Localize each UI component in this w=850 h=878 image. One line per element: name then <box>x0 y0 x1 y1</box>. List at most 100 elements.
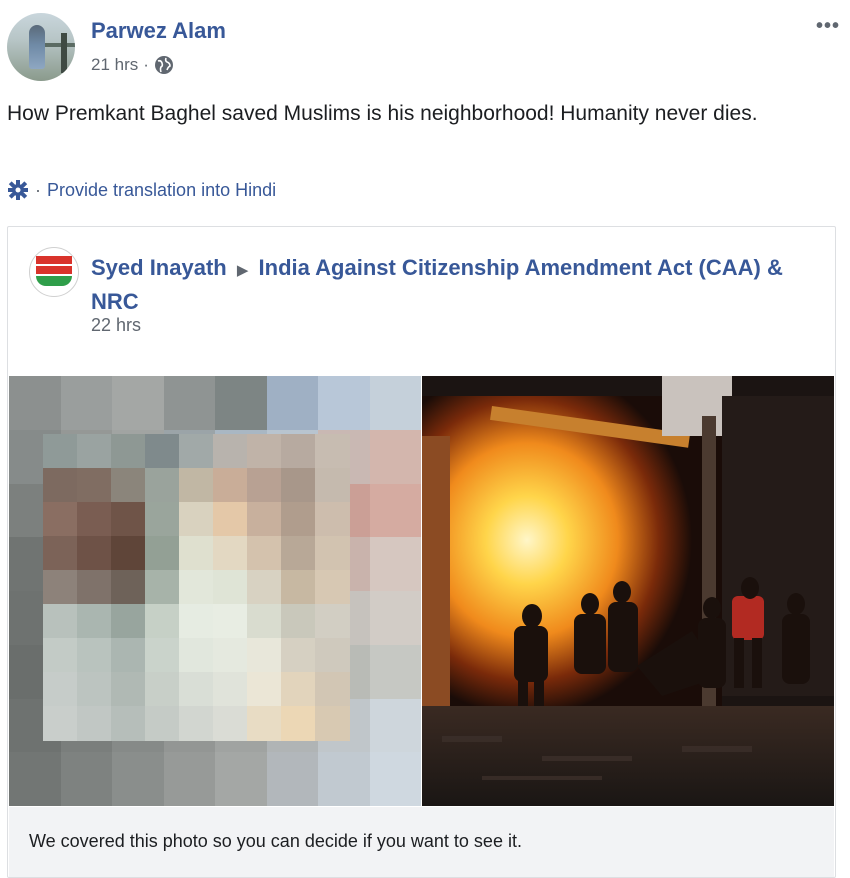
photo-pixel-face <box>247 502 282 537</box>
photo-pixel-face <box>281 638 316 673</box>
photo-pixel-face <box>247 570 282 605</box>
photo-pixel-face <box>213 638 248 673</box>
photo-pixel-bg <box>318 752 371 806</box>
author-name[interactable]: Parwez Alam <box>91 18 226 44</box>
photo-pixel-face <box>43 468 78 503</box>
photo-pixel-face <box>315 672 350 707</box>
photo-left-pixelated[interactable] <box>9 376 421 806</box>
photo-pixel-bg <box>369 483 421 539</box>
photo-pixel-bg <box>318 376 371 431</box>
photo-pixel-face <box>315 638 350 673</box>
avatar-rail <box>45 43 75 47</box>
photo-pixel-face <box>213 570 248 605</box>
photo-pixel-face <box>213 706 248 741</box>
photo-right-fire[interactable] <box>422 376 834 806</box>
photo-pixel-face <box>43 706 78 741</box>
post-timestamp[interactable]: 21 hrs <box>91 55 138 75</box>
shared-post-timestamp[interactable]: 22 hrs <box>91 315 141 336</box>
photo-pixel-face <box>281 604 316 639</box>
photo-pixel-face <box>111 536 146 571</box>
photo-pixel-face <box>247 468 282 503</box>
photo-pixel-face <box>145 604 180 639</box>
photo-pixel-face <box>77 434 112 469</box>
photo-pixel-face <box>281 570 316 605</box>
post-text: How Premkant Baghel saved Muslims is his… <box>7 102 758 125</box>
share-arrow-icon: ▶ <box>236 262 249 279</box>
photo-pixel-face <box>281 672 316 707</box>
photo-pixel-face <box>145 434 180 469</box>
photo-pixel-face <box>43 434 78 469</box>
avatar-band-mid <box>36 266 72 274</box>
photo-pixel-face <box>315 706 350 741</box>
translation-row: · Provide translation into Hindi <box>7 179 276 201</box>
photo-pixel-face <box>213 468 248 503</box>
photo-pixel-face <box>77 502 112 537</box>
avatar-post <box>61 33 67 73</box>
photo-pixel-bg <box>369 429 421 485</box>
shared-author-name[interactable]: Syed Inayath <box>91 255 227 280</box>
photo-pixel-face <box>179 706 214 741</box>
photo-pixel-bg <box>9 752 62 806</box>
photo-pixel-face <box>315 604 350 639</box>
photo-pixel-bg <box>369 376 421 431</box>
photo-pixel-face <box>77 706 112 741</box>
photo-pixel-face <box>145 502 180 537</box>
gear-icon <box>8 180 28 200</box>
facebook-post: Parwez Alam 21 hrs · ••• How Premkant Ba… <box>0 0 850 878</box>
photo-pixel-face <box>111 604 146 639</box>
photo-pixel-face <box>281 536 316 571</box>
post-meta: 21 hrs · <box>91 55 174 75</box>
photo-pixel-face <box>281 706 316 741</box>
photo-pixel-face <box>281 468 316 503</box>
photo-pixel-face <box>43 604 78 639</box>
photo-pixel-face <box>213 604 248 639</box>
photo-pixel-face <box>77 604 112 639</box>
photo-pixel-face <box>43 672 78 707</box>
shared-post-title: Syed Inayath ▶ India Against Citizenship… <box>91 252 791 317</box>
more-options-icon[interactable]: ••• <box>816 15 840 38</box>
translate-link[interactable]: Provide translation into Hindi <box>47 180 276 201</box>
photo-pixel-face <box>111 468 146 503</box>
photo-pixel-face <box>179 638 214 673</box>
avatar-figure <box>29 25 45 69</box>
photo-pixel-bg <box>266 752 319 806</box>
photo-pixel-face <box>179 672 214 707</box>
photo-pixel-face <box>145 536 180 571</box>
photo-pixel-face <box>247 536 282 571</box>
photo-pixel-face <box>179 536 214 571</box>
photo-pixel-face <box>43 570 78 605</box>
photo-pixel-face <box>111 434 146 469</box>
photo-pixel-face <box>77 672 112 707</box>
photo-pixel-face <box>179 468 214 503</box>
shared-post-card: Syed Inayath ▶ India Against Citizenship… <box>7 226 836 878</box>
photo-pixel-face <box>247 638 282 673</box>
photo-pixel-face <box>315 502 350 537</box>
photo-pixel-face <box>111 502 146 537</box>
photo-pixel-face <box>213 672 248 707</box>
photo-pixel-face <box>247 434 282 469</box>
photo-pixel-bg <box>60 752 113 806</box>
photo-pixel-face <box>315 468 350 503</box>
photo-pixel-face <box>43 638 78 673</box>
photo-pixel-face <box>77 638 112 673</box>
photo-pixel-face <box>247 604 282 639</box>
globe-icon[interactable] <box>154 55 174 75</box>
translate-separator: · <box>35 179 41 200</box>
author-avatar[interactable] <box>7 13 75 81</box>
photo-pixel-face <box>281 434 316 469</box>
photo-pixel-face <box>247 672 282 707</box>
sensitive-content-notice: We covered this photo so you can decide … <box>9 807 834 877</box>
shared-author-avatar[interactable] <box>29 247 79 297</box>
photo-pixel-face <box>179 604 214 639</box>
photo-pixel-bg <box>60 376 113 431</box>
photo-pixel-face <box>179 570 214 605</box>
photo-pixel-face <box>111 672 146 707</box>
avatar-band-bottom <box>36 276 72 286</box>
photo-pixel-bg <box>163 376 216 431</box>
cover-notice-text: We covered this photo so you can decide … <box>29 831 522 851</box>
photo-pixel-face <box>111 706 146 741</box>
photo-pixel-bg <box>369 698 421 754</box>
photo-pixel-bg <box>369 591 421 646</box>
photo-pixel-bg <box>9 376 62 431</box>
photo-pixel-bg <box>369 752 421 806</box>
